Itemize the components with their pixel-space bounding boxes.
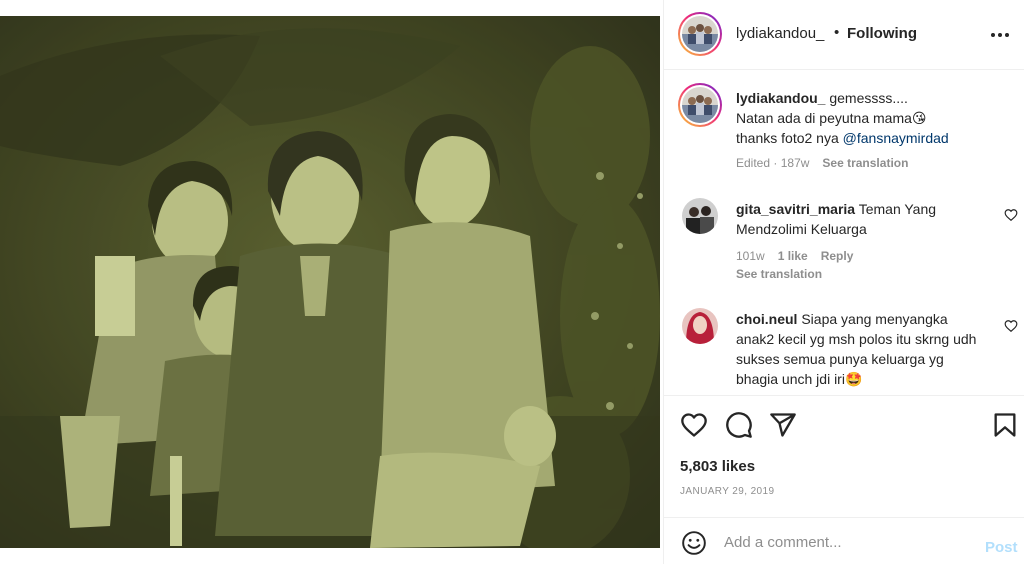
comment-icon[interactable] <box>725 411 753 439</box>
caption-see-translation[interactable]: See translation <box>822 156 908 170</box>
post-actions: 5,803 likes JANUARY 29, 2019 <box>664 395 1024 515</box>
comment-username[interactable]: choi.neul <box>736 311 797 327</box>
caption-meta: Edited · 187w See translation <box>736 156 908 170</box>
comment-translation: See translation <box>736 267 822 281</box>
post-photo[interactable] <box>0 16 660 548</box>
comment-composer: Post <box>664 517 1024 564</box>
post-header: lydiakandou_ • Following <box>664 0 1024 70</box>
caption-username[interactable]: lydiakandou_ <box>736 90 825 106</box>
post-comment-button[interactable]: Post <box>985 539 1018 556</box>
comment-meta: 101w 1 like Reply <box>736 249 853 263</box>
heart-icon[interactable] <box>680 411 708 439</box>
avatar-image <box>682 87 718 123</box>
following-button[interactable]: Following <box>847 25 917 42</box>
family-photo-image <box>0 16 660 548</box>
reply-button[interactable]: Reply <box>821 249 854 263</box>
comment-age: 101w <box>736 249 765 263</box>
caption-edited: Edited <box>736 156 771 170</box>
more-options-icon[interactable] <box>991 25 1015 45</box>
comment-text: choi.neul Siapa yang menyangka anak2 kec… <box>736 309 981 389</box>
avatar-image <box>682 198 718 234</box>
comment-like-heart-icon[interactable] <box>1004 319 1018 333</box>
comment-see-translation[interactable]: See translation <box>736 267 822 281</box>
likes-count[interactable]: 5,803 likes <box>680 458 755 475</box>
comment-like-heart-icon[interactable] <box>1004 208 1018 222</box>
caption-text: lydiakandou_ gemessss.... Natan ada di p… <box>736 88 1006 148</box>
separator-dot: • <box>834 24 840 41</box>
caption-line-3: thanks foto2 nya <box>736 130 843 146</box>
comment-username[interactable]: gita_savitri_maria <box>736 201 855 217</box>
comment-input[interactable] <box>724 530 964 554</box>
caption-mention-link[interactable]: @fansnaymirdad <box>843 130 949 146</box>
comment-likes-count[interactable]: 1 like <box>778 249 808 263</box>
avatar-image <box>682 308 718 344</box>
comment-text: gita_savitri_maria Teman Yang Mendzolimi… <box>736 199 986 239</box>
caption-avatar[interactable] <box>678 83 722 127</box>
commenter-avatar[interactable] <box>682 198 718 234</box>
comments-section[interactable]: lydiakandou_ gemessss.... Natan ada di p… <box>664 71 1024 394</box>
commenter-avatar[interactable] <box>682 308 718 344</box>
caption-age: 187w <box>780 156 810 170</box>
caption-line-1: gemessss.... <box>829 90 908 106</box>
post-date: JANUARY 29, 2019 <box>680 486 775 497</box>
bookmark-icon[interactable] <box>991 411 1019 439</box>
avatar-image <box>682 16 718 52</box>
caption-dot: · <box>773 156 778 170</box>
caption-line-2: Natan ada di peyutna mama😘 <box>736 110 927 126</box>
post-sidebar: lydiakandou_ • Following lydiakandou_ ge… <box>663 0 1024 564</box>
send-icon[interactable] <box>769 411 797 439</box>
author-username[interactable]: lydiakandou_ <box>736 25 824 42</box>
author-avatar[interactable] <box>678 12 722 56</box>
smiley-icon[interactable] <box>681 530 707 556</box>
